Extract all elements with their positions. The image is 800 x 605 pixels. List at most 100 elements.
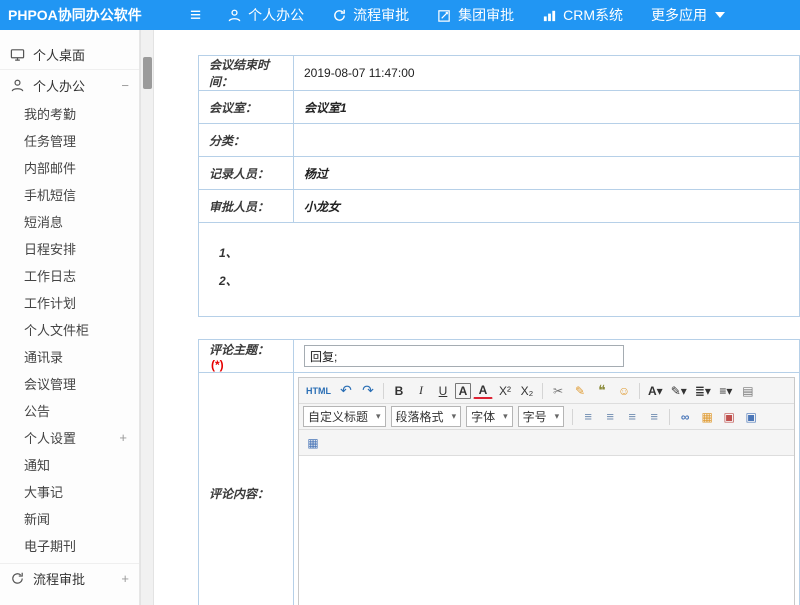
edit-icon: [437, 8, 452, 23]
sidebar-item-short-message[interactable]: 短消息: [0, 208, 139, 235]
select-label: 字号: [523, 408, 547, 425]
subscript-button[interactable]: X₂: [517, 381, 537, 401]
highlight-dropdown[interactable]: ✎▾: [668, 381, 690, 401]
blockquote-button[interactable]: ❝: [592, 381, 612, 401]
nav-crm[interactable]: CRM系统: [542, 5, 623, 25]
font-name-button[interactable]: A: [455, 383, 471, 399]
insert-link-button[interactable]: ∞: [675, 407, 695, 427]
expand-icon[interactable]: +: [119, 430, 127, 445]
sidebar-item-tasks[interactable]: 任务管理: [0, 127, 139, 154]
superscript-button[interactable]: X²: [495, 381, 515, 401]
sidebar-label: 会议管理: [24, 374, 76, 393]
field-value: HTML ↶ ↷ B I U A A X² X₂ ✂: [294, 373, 800, 605]
sidebar-item-major-events[interactable]: 大事记: [0, 478, 139, 505]
insert-media-button[interactable]: ▣: [719, 407, 739, 427]
sidebar-item-news[interactable]: 新闻: [0, 505, 139, 532]
sidebar-item-notices[interactable]: 通知: [0, 451, 139, 478]
sidebar-item-internal-mail[interactable]: 内部邮件: [0, 154, 139, 181]
sidebar-item-sms[interactable]: 手机短信: [0, 181, 139, 208]
insert-file-button[interactable]: ▣: [741, 407, 761, 427]
remove-format-button[interactable]: ✂: [548, 381, 568, 401]
ordered-list-dropdown[interactable]: ≣▾: [692, 381, 714, 401]
meeting-detail-table: 会议结束时间： 2019-08-07 11:47:00 会议室： 会议室1 分类…: [198, 55, 800, 317]
sidebar-label: 我的考勤: [24, 104, 76, 123]
emoticons-button[interactable]: ☺: [614, 381, 634, 401]
font-color-button[interactable]: A: [473, 383, 493, 399]
sidebar-item-desktop[interactable]: 个人桌面: [0, 40, 139, 70]
rich-text-editor: HTML ↶ ↷ B I U A A X² X₂ ✂: [298, 377, 795, 605]
field-label: 审批人员：: [199, 190, 294, 223]
font-family-select[interactable]: 字体▾: [466, 406, 513, 427]
subject-label: 评论主题：: [209, 343, 269, 357]
sidebar-item-work-log[interactable]: 工作日志: [0, 262, 139, 289]
heading-style-select[interactable]: 自定义标题▾: [303, 406, 386, 427]
nav-group-approval[interactable]: 集团审批: [437, 5, 514, 25]
bold-button[interactable]: B: [389, 381, 409, 401]
field-label: 分类：: [199, 124, 294, 157]
note-line: 2、: [219, 267, 789, 295]
align-right-button[interactable]: ≡: [622, 407, 642, 427]
nav-personal-office[interactable]: 个人办公: [227, 5, 304, 25]
sidebar-section-process-approval[interactable]: 流程审批 +: [0, 563, 139, 593]
sidebar-item-meeting-management[interactable]: 会议管理: [0, 370, 139, 397]
field-value: 小龙女: [294, 190, 800, 223]
caret-down-icon: [715, 12, 725, 18]
main-content: 会议结束时间： 2019-08-07 11:47:00 会议室： 会议室1 分类…: [154, 30, 800, 605]
sidebar-label: 任务管理: [24, 131, 76, 150]
comment-form-table: 评论主题：(*) 评论内容： HTML ↶ ↷ B: [198, 339, 800, 605]
editor-toolbar-row1: HTML ↶ ↷ B I U A A X² X₂ ✂: [299, 378, 794, 404]
select-label: 段落格式: [396, 408, 444, 425]
table-row: 1、 2、: [199, 223, 800, 317]
source-html-button[interactable]: HTML: [303, 381, 334, 401]
redo-button[interactable]: ↷: [358, 381, 378, 401]
sidebar-label: 大事记: [24, 482, 63, 501]
undo-button[interactable]: ↶: [336, 381, 356, 401]
editor-toolbar-row2: 自定义标题▾ 段落格式▾ 字体▾ 字号▾ ≡ ≡ ≡ ≡ ∞ ▦: [299, 404, 794, 430]
sidebar-label: 个人桌面: [33, 45, 85, 64]
paragraph-format-select[interactable]: 段落格式 ▾: [391, 406, 462, 427]
menu-toggle-icon[interactable]: ≡: [190, 6, 201, 25]
expand-icon[interactable]: +: [121, 571, 129, 586]
sidebar-item-announcements[interactable]: 公告: [0, 397, 139, 424]
align-center-button[interactable]: ≡: [600, 407, 620, 427]
sidebar-label: 短消息: [24, 212, 63, 231]
table-row: 审批人员： 小龙女: [199, 190, 800, 223]
sidebar-label: 手机短信: [24, 185, 76, 204]
table-row: 分类：: [199, 124, 800, 157]
chevron-down-icon: ▾: [376, 411, 381, 422]
collapse-icon[interactable]: −: [121, 78, 129, 93]
sidebar-item-file-cabinet[interactable]: 个人文件柜: [0, 316, 139, 343]
sidebar-item-work-plan[interactable]: 工作计划: [0, 289, 139, 316]
unordered-list-dropdown[interactable]: ≡▾: [716, 381, 736, 401]
text-color-dropdown[interactable]: A▾: [645, 381, 666, 401]
editor-content-area[interactable]: [299, 456, 794, 605]
nav-process-approval[interactable]: 流程审批: [332, 5, 409, 25]
font-size-select[interactable]: 字号▾: [518, 406, 565, 427]
chevron-down-icon: ▾: [503, 411, 508, 422]
nav-more-apps[interactable]: 更多应用: [651, 5, 725, 25]
table-row: 会议结束时间： 2019-08-07 11:47:00: [199, 56, 800, 91]
underline-button[interactable]: U: [433, 381, 453, 401]
sidebar-item-personal-settings[interactable]: 个人设置+: [0, 424, 139, 451]
align-justify-button[interactable]: ≡: [644, 407, 664, 427]
person-icon: [227, 8, 242, 23]
chevron-down-icon: ▾: [452, 411, 457, 422]
insert-image-button[interactable]: ▦: [697, 407, 717, 427]
comment-subject-input[interactable]: [304, 345, 624, 367]
insert-table-button[interactable]: ▦: [303, 433, 323, 453]
align-left-button[interactable]: ≡: [578, 407, 598, 427]
sidebar-label: 个人文件柜: [24, 320, 89, 339]
sidebar-item-contacts[interactable]: 通讯录: [0, 343, 139, 370]
person-icon: [10, 78, 25, 93]
vertical-scrollbar[interactable]: [140, 30, 154, 605]
sidebar-item-schedule[interactable]: 日程安排: [0, 235, 139, 262]
italic-button[interactable]: I: [411, 381, 431, 401]
scrollbar-thumb[interactable]: [143, 57, 152, 89]
field-value: 杨过: [294, 157, 800, 190]
content-label: 评论内容：: [199, 373, 294, 605]
new-document-button[interactable]: ▤: [738, 381, 758, 401]
sidebar-section-personal-office[interactable]: 个人办公 −: [0, 70, 139, 100]
sidebar-item-attendance[interactable]: 我的考勤: [0, 100, 139, 127]
sidebar-item-e-journal[interactable]: 电子期刊: [0, 532, 139, 559]
format-painter-button[interactable]: ✎: [570, 381, 590, 401]
